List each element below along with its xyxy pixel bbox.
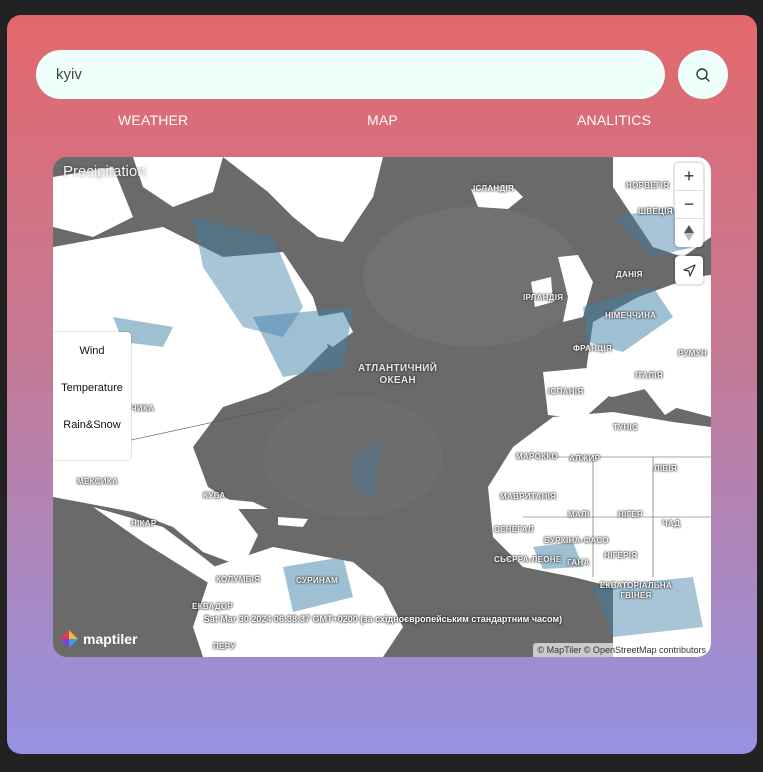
search-button[interactable] xyxy=(678,50,728,99)
layer-wind-button[interactable]: Wind xyxy=(53,332,131,369)
map-attribution[interactable]: © MapTiler © OpenStreetMap contributors xyxy=(532,643,711,657)
search-icon xyxy=(696,67,710,82)
map-label-burkina: БУРКІНА-ФАСО xyxy=(544,536,609,545)
map-label-libya: ЛІВІЯ xyxy=(654,464,678,473)
geolocate-button[interactable] xyxy=(675,256,703,284)
map-label-algeria: АЛЖИР xyxy=(569,454,601,463)
map-label-cuba: КУБА xyxy=(203,491,226,500)
map-label-colombia: КОЛУМБІЯ xyxy=(216,575,261,584)
maptiler-logo-icon xyxy=(60,630,78,648)
nav-map-link[interactable]: MAP xyxy=(367,112,398,128)
weather-map[interactable]: Precipitation ІСЛАНДІЯ НОРВЕГІЯ ШВЕЦІЯ Д… xyxy=(53,157,711,657)
map-label-atlantic-ocean: АТЛАНТИЧНИЙ ОКЕАН xyxy=(358,363,437,387)
ocean-label-line-2: ОКЕАН xyxy=(379,375,416,386)
map-label-ecuador: ЕКВАДОР xyxy=(192,602,234,611)
layer-rain-snow-button[interactable]: Rain&Snow xyxy=(53,406,131,443)
map-label-suriname: СУРИНАМ xyxy=(296,576,339,585)
map-label-chicago: ЧИКА xyxy=(131,404,155,413)
map-label-denmark: ДАНІЯ xyxy=(616,270,643,279)
map-timestamp: Sat Mar 30 2024 06:38:37 GMT+0200 (за сх… xyxy=(203,614,563,624)
map-label-mexico: МЕКСИКА xyxy=(77,477,119,486)
map-label-tunisia: ТУНІС xyxy=(613,423,639,432)
map-label-peru: ПЕРУ xyxy=(213,642,236,651)
map-label-nicaragua: НІКАР xyxy=(131,519,157,528)
map-label-italy: ІТАЛІЯ xyxy=(635,371,663,380)
map-navigation-controls: + − xyxy=(675,163,703,247)
zoom-out-button[interactable]: − xyxy=(675,191,703,219)
nav-weather-link[interactable]: WEATHER xyxy=(118,112,188,128)
map-label-mali: МАЛІ xyxy=(568,510,590,519)
map-label-sweden: ШВЕЦІЯ xyxy=(638,207,673,216)
map-label-chad: ЧАД xyxy=(662,519,681,528)
ocean-label-line-1: АТЛАНТИЧНИЙ xyxy=(358,363,438,374)
map-label-morocco: МАРОККО xyxy=(516,452,558,461)
map-label-france: ФРАНЦІЯ xyxy=(573,344,612,353)
map-label-niger: НІГЕР xyxy=(618,510,643,519)
weather-card: WEATHER MAP ANALITICS xyxy=(7,15,757,754)
nav-analytics-link[interactable]: ANALITICS xyxy=(577,112,651,128)
map-label-germany: НІМЕЧЧИНА xyxy=(605,311,657,320)
compass-icon xyxy=(684,225,694,241)
maptiler-logo[interactable]: maptiler xyxy=(59,629,137,649)
maptiler-logo-text: maptiler xyxy=(83,631,138,647)
map-layer-title: Precipitation xyxy=(63,163,146,180)
map-label-sierra-leone: СЬЄРРА-ЛЕОНЕ xyxy=(494,555,562,564)
city-search-input[interactable] xyxy=(36,50,665,99)
compass-button[interactable] xyxy=(675,219,703,247)
layer-switcher: Wind Temperature Rain&Snow xyxy=(53,332,131,460)
location-arrow-icon xyxy=(682,263,696,277)
zoom-in-button[interactable]: + xyxy=(675,163,703,191)
map-label-norway: НОРВЕГІЯ xyxy=(626,181,670,190)
map-label-nigeria: НІГЕРІЯ xyxy=(604,551,638,560)
map-label-romania: РУМУН xyxy=(678,349,708,358)
map-label-iceland: ІСЛАНДІЯ xyxy=(473,184,515,193)
layer-temperature-button[interactable]: Temperature xyxy=(53,369,131,406)
map-label-mauritania: МАВРИТАНІЯ xyxy=(500,492,557,501)
map-label-equatorial-guinea: ЕКВАТОРІАЛЬНА ГВІНЕЯ xyxy=(599,581,673,600)
map-label-ghana: ГАНА xyxy=(567,558,590,567)
map-label-spain: ІСПАНІЯ xyxy=(548,387,584,396)
map-label-senegal: СЕНЕГАЛ xyxy=(494,525,534,534)
map-label-ireland: ІРЛАНДІЯ xyxy=(523,293,564,302)
